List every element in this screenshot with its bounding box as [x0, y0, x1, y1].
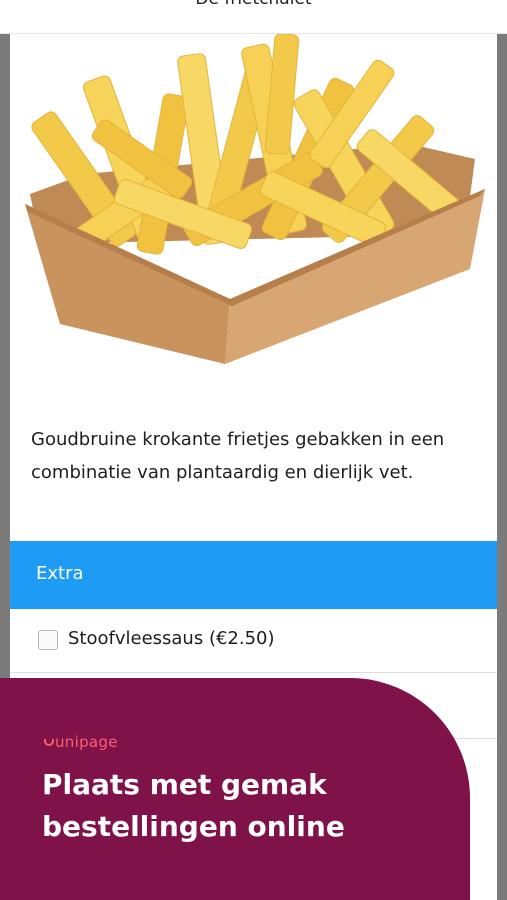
screen: De frietchalet [0, 0, 507, 900]
extra-option-row[interactable]: Stoofvleessaus (€2.50) [10, 609, 497, 673]
unipage-logo-icon [44, 739, 54, 746]
extras-section-header: Extra [10, 541, 497, 609]
background-page-right [497, 34, 507, 900]
promo-heading: Plaats met gemak bestellingen online [42, 764, 442, 848]
extra-option-label: Stoofvleessaus (€2.50) [68, 628, 275, 649]
product-image [10, 34, 497, 400]
restaurant-title: De frietchalet [0, 0, 507, 9]
fries-in-paper-tray-icon [25, 34, 485, 364]
promo-banner[interactable]: unipage Plaats met gemak bestellingen on… [0, 678, 470, 900]
product-description: Goudbruine krokante frietjes gebakken in… [31, 429, 445, 483]
extras-title: Extra [36, 563, 84, 584]
promo-heading-line1: Plaats met gemak [42, 768, 327, 801]
unipage-logo: unipage [44, 733, 118, 751]
top-header: De frietchalet [0, 0, 507, 34]
unipage-brand-text: unipage [55, 733, 118, 751]
extra-option-checkbox[interactable] [38, 630, 58, 650]
promo-heading-line2: bestellingen online [42, 810, 345, 843]
